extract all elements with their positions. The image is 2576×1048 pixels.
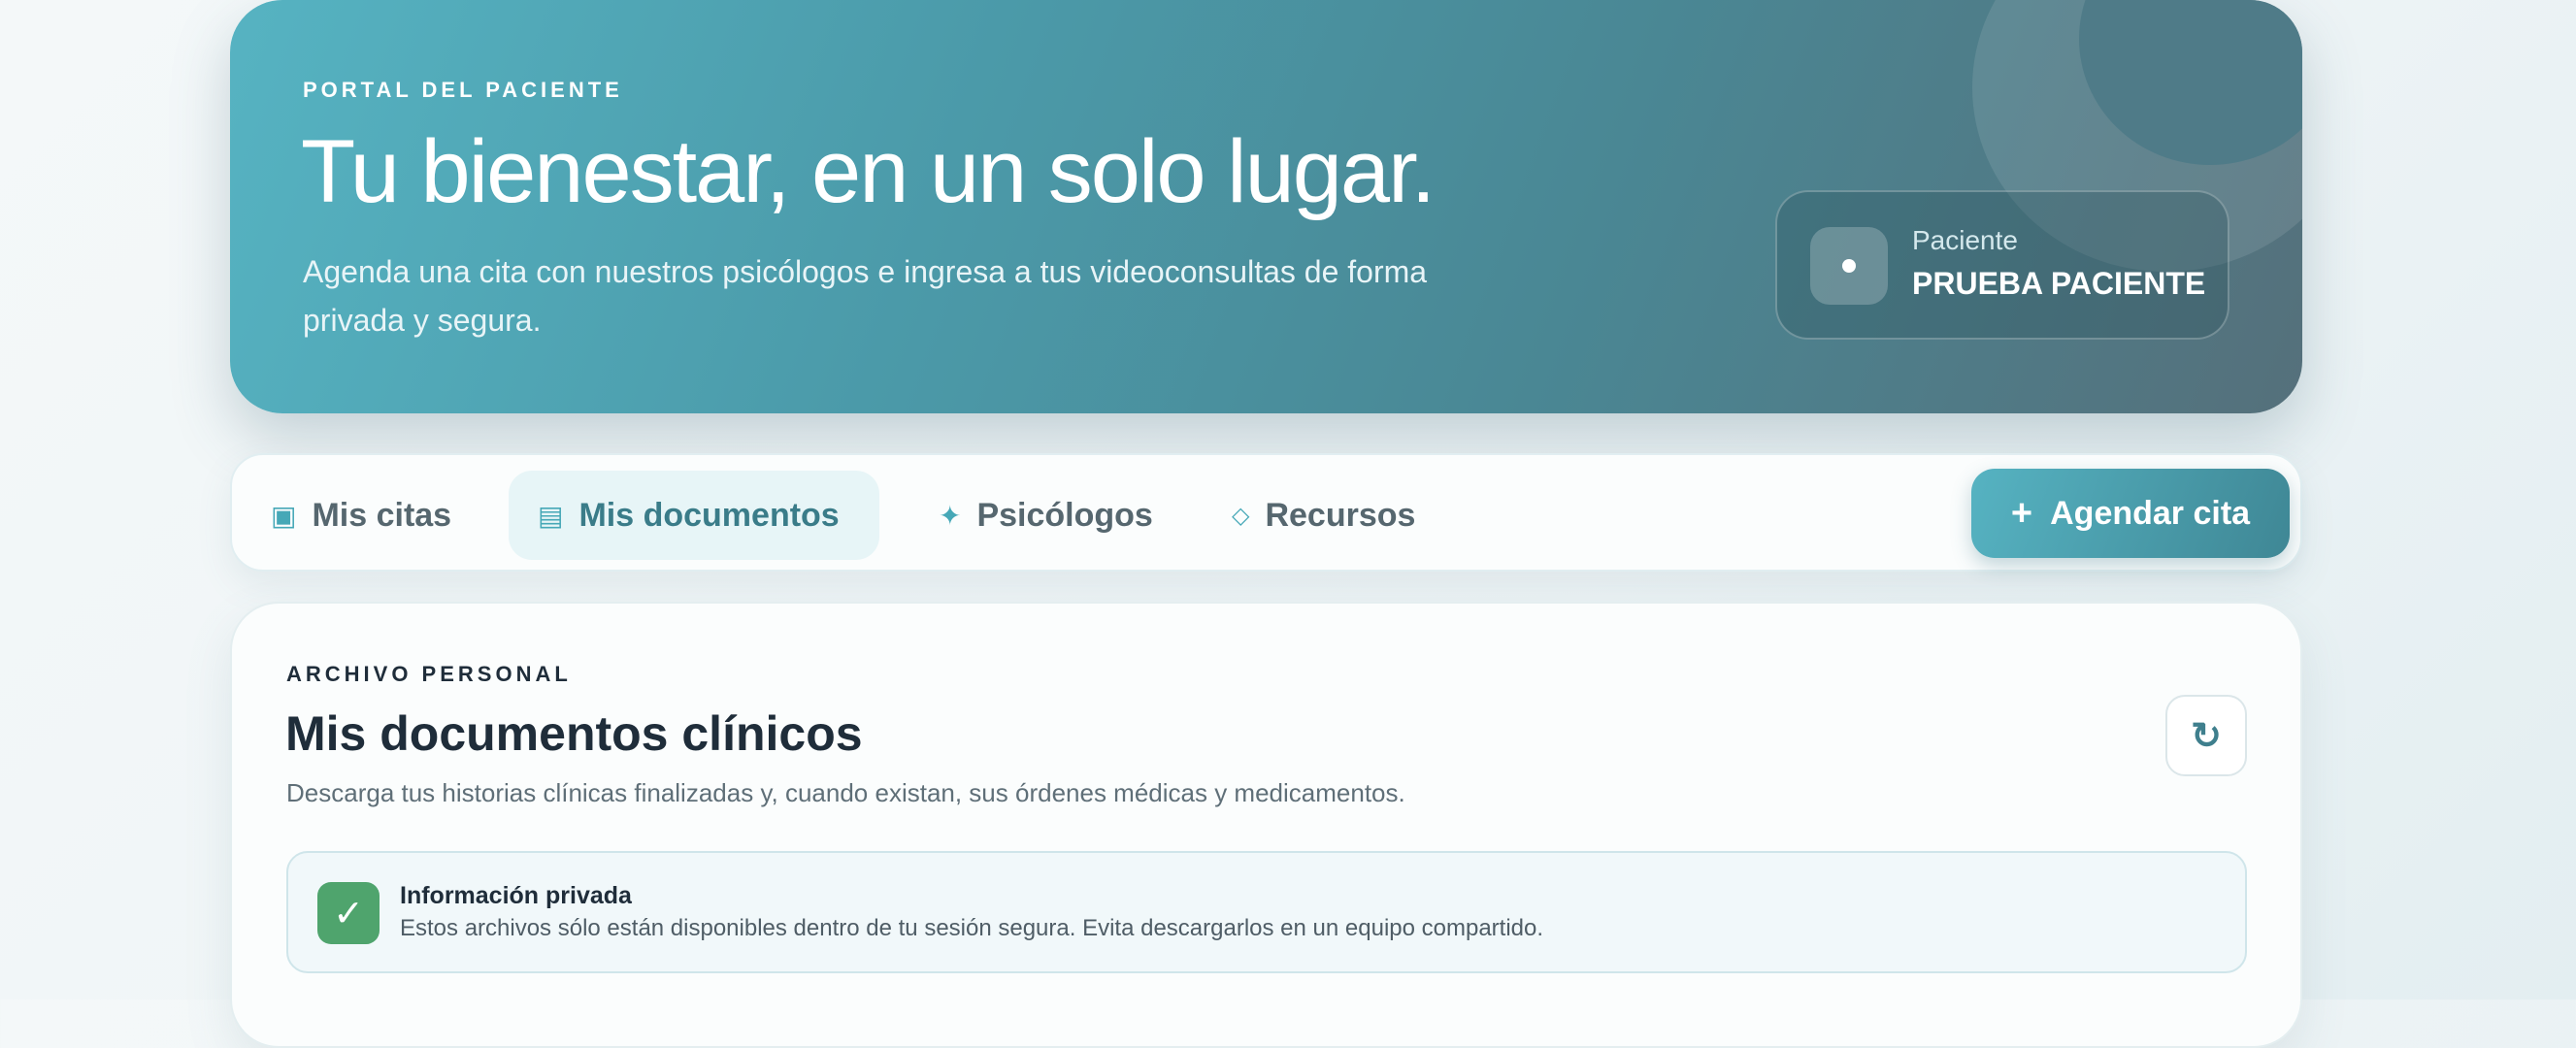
hero-subtitle: Agenda una cita con nuestros psicólogos … — [303, 254, 1428, 338]
hero-eyebrow: PORTAL DEL PACIENTE — [303, 78, 623, 102]
patient-name: PRUEBA PACIENTE — [1912, 266, 2206, 301]
diamond-icon: ◇ — [1232, 502, 1250, 529]
refresh-button[interactable]: ↻ — [2165, 695, 2247, 776]
main-tabs: ▣ Mis citas ▤ Mis documentos ✦ Psicólogo… — [230, 453, 2302, 572]
tab-mis-citas[interactable]: ▣ Mis citas — [242, 471, 480, 560]
sparkle-icon: ✦ — [939, 500, 962, 531]
refresh-icon: ↻ — [2191, 715, 2222, 757]
agendar-cita-label: Agendar cita — [2050, 494, 2251, 532]
patient-card[interactable]: Paciente PRUEBA PACIENTE — [1775, 190, 2229, 340]
plus-icon: + — [2010, 492, 2033, 534]
tab-label: Recursos — [1265, 496, 1416, 534]
calendar-square-icon: ▣ — [271, 500, 297, 531]
documents-panel: ARCHIVO PERSONAL Mis documentos clínicos… — [230, 602, 2302, 1048]
check-icon: ✓ — [317, 882, 380, 944]
agendar-cita-button[interactable]: + Agendar cita — [1971, 469, 2290, 558]
hero-banner: PORTAL DEL PACIENTE Tu bienestar, en un … — [230, 0, 2302, 413]
tab-label: Psicólogos — [976, 496, 1153, 534]
notice-text: Estos archivos sólo están disponibles de… — [400, 915, 1544, 941]
tab-psicologos[interactable]: ✦ Psicólogos — [909, 471, 1182, 560]
panel-description: Descarga tus historias clínicas finaliza… — [286, 778, 1405, 807]
tab-label: Mis documentos — [578, 496, 840, 534]
user-dot-icon — [1810, 227, 1888, 305]
panel-title: Mis documentos clínicos — [285, 706, 863, 761]
patient-role: Paciente — [1912, 225, 2018, 255]
tab-mis-documentos[interactable]: ▤ Mis documentos — [509, 471, 879, 560]
notice-title: Información privada — [400, 882, 632, 909]
tab-recursos[interactable]: ◇ Recursos — [1203, 471, 1444, 560]
privacy-notice: ✓ Información privada Estos archivos sól… — [286, 851, 2247, 973]
panel-eyebrow: ARCHIVO PERSONAL — [286, 662, 572, 686]
document-icon: ▤ — [538, 500, 564, 531]
tab-label: Mis citas — [312, 496, 452, 534]
hero-title: Tu bienestar, en un solo lugar. — [301, 122, 1436, 221]
page-container: PORTAL DEL PACIENTE Tu bienestar, en un … — [230, 0, 2302, 1048]
